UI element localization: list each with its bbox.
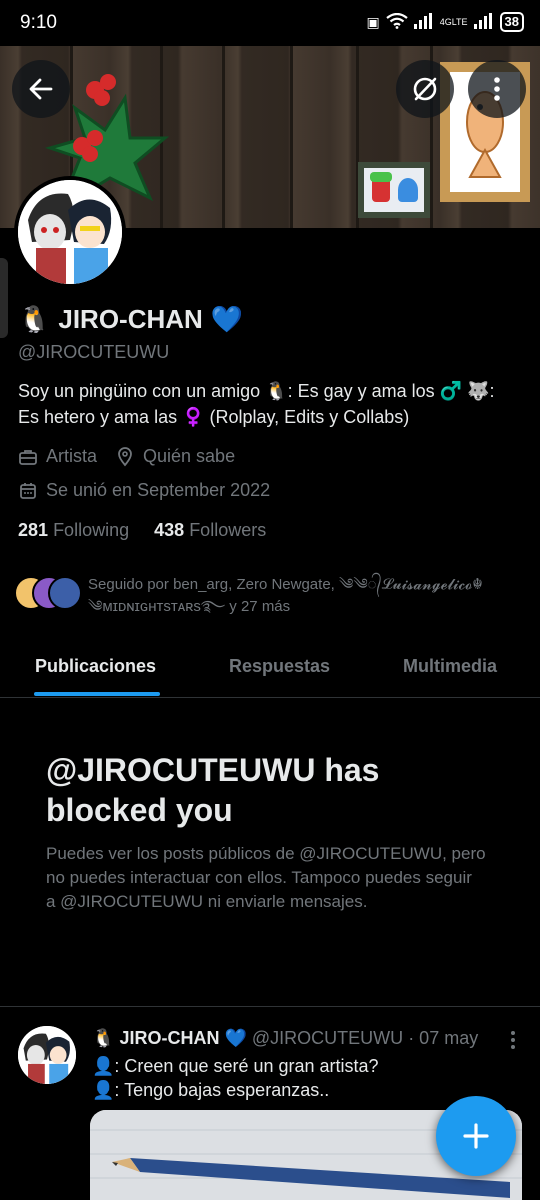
post-author-emoji: 🐧 <box>92 1028 115 1048</box>
location-text: Quién sabe <box>143 446 236 466</box>
post-author-handle[interactable]: @JIROCUTEUWU <box>252 1028 403 1048</box>
active-tab-indicator <box>34 692 160 696</box>
followers-label: Followers <box>189 520 267 540</box>
following-label: Following <box>53 520 130 540</box>
more-vertical-icon <box>494 77 500 101</box>
follow-counts: 281 Following 438 Followers <box>18 520 266 541</box>
signal-icon <box>413 12 434 32</box>
profile-handle: @JIROCUTEUWU <box>18 342 170 362</box>
post-author-avatar[interactable] <box>18 1026 76 1084</box>
profile-display-name: 🐧 JIRO-CHAN 💙 <box>18 304 243 335</box>
display-name-text: JIRO-CHAN <box>58 304 203 334</box>
blocked-description: Puedes ver los posts públicos de @JIROCU… <box>46 844 486 911</box>
profile-bio: Soy un pingüino con un amigo 🐧: Es gay y… <box>18 381 495 427</box>
section-divider <box>0 1006 540 1007</box>
following-link[interactable]: 281 Following <box>18 520 129 540</box>
profile-meta-row: Artista Quién sabe <box>18 446 235 467</box>
name-suffix-emoji: 💙 <box>210 304 244 334</box>
post-text-line-2: 👤: Tengo bajas esperanzas.. <box>92 1080 330 1100</box>
compose-post-button[interactable] <box>436 1096 516 1176</box>
tab-respuestas[interactable]: Respuestas <box>229 656 330 677</box>
occupation-text: Artista <box>46 446 98 466</box>
tab-multimedia[interactable]: Multimedia <box>403 656 497 677</box>
profile-avatar[interactable] <box>14 176 126 288</box>
post-more-button[interactable] <box>510 1030 516 1056</box>
tab-publicaciones[interactable]: Publicaciones <box>35 656 156 677</box>
profile-tabs: Publicaciones Respuestas Multimedia <box>0 640 540 698</box>
status-time: 9:10 <box>20 12 57 33</box>
location-pin-icon <box>118 446 132 466</box>
grok-button[interactable] <box>396 60 454 118</box>
post-date: · 07 may <box>408 1028 479 1048</box>
edge-panel-handle[interactable] <box>0 258 8 338</box>
post-header: 🐧 JIRO-CHAN 💙 @JIROCUTEUWU · 07 may <box>92 1028 478 1049</box>
signal-icon-2 <box>473 12 494 32</box>
network-type: 4GLTE <box>439 17 468 27</box>
follower-avatar <box>48 576 82 610</box>
briefcase-icon <box>19 449 37 465</box>
name-prefix-emoji: 🐧 <box>18 304 51 334</box>
calendar-icon <box>20 482 36 499</box>
profile-joined-row: Se unió en September 2022 <box>18 480 270 501</box>
back-arrow-icon <box>29 78 53 100</box>
followers-link[interactable]: 438 Followers <box>154 520 266 540</box>
back-button[interactable] <box>12 60 70 118</box>
post-avatar-artwork <box>18 1026 76 1084</box>
followed-by-text: Seguido por ben_arg, Zero Newgate, ༄༄᭄𝓛𝓾… <box>88 576 483 615</box>
post-author-name[interactable]: JIRO-CHAN <box>119 1028 219 1048</box>
grok-icon <box>413 77 437 101</box>
status-icons: ▣ 4GLTE 38 <box>366 12 524 32</box>
avatar-artwork <box>18 180 122 284</box>
following-count: 281 <box>18 520 49 540</box>
blocked-title: @JIROCUTEUWU has blocked you <box>46 752 380 828</box>
joined-text: Se unió en September 2022 <box>46 480 271 500</box>
plus-icon <box>463 1123 489 1149</box>
post-text-line-1: 👤: Creen que seré un gran artista? <box>92 1056 379 1076</box>
more-options-button[interactable] <box>468 60 526 118</box>
status-bar: 9:10 ▣ 4GLTE 38 <box>0 0 540 46</box>
followers-count: 438 <box>154 520 185 540</box>
notification-icon: ▣ <box>366 13 380 30</box>
more-vertical-icon <box>511 1031 515 1049</box>
post-author-suffix: 💙 <box>224 1028 247 1048</box>
wifi-icon <box>386 12 408 32</box>
battery-indicator: 38 <box>499 12 524 32</box>
framed-picture-small <box>358 162 430 218</box>
